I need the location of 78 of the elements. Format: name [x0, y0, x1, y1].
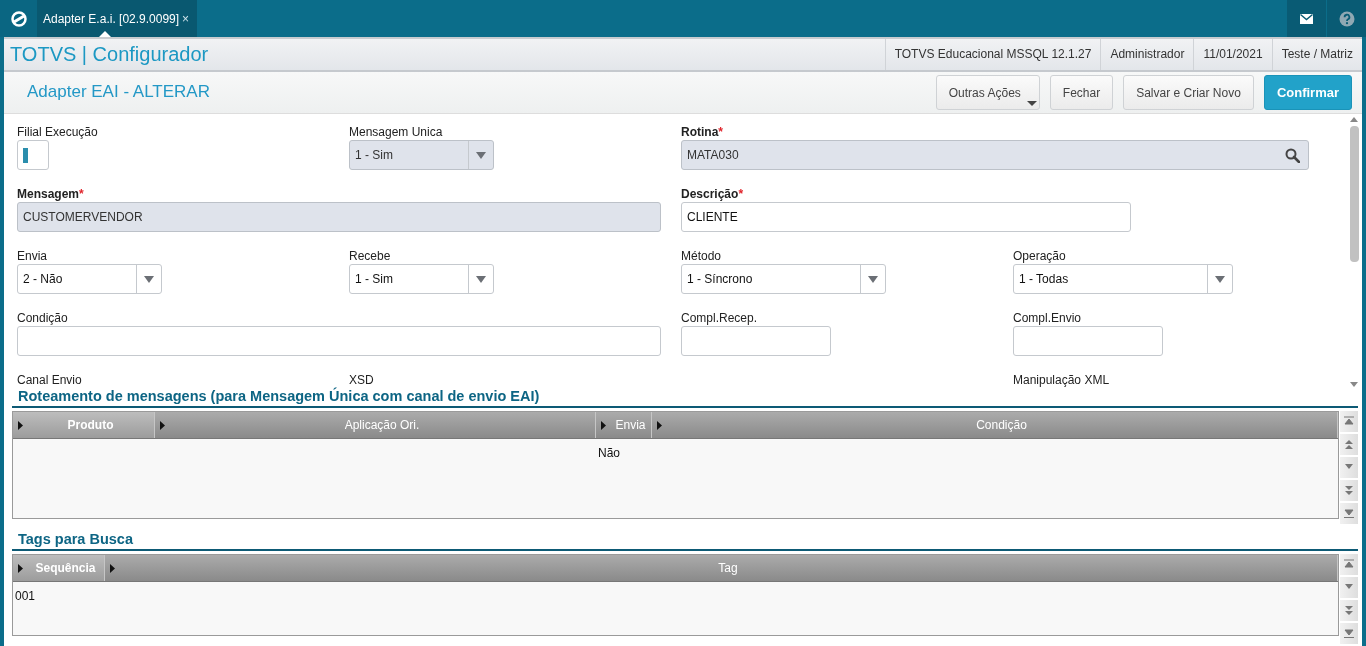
field-label: Canal Envio	[17, 373, 82, 389]
scroll-button[interactable]	[1340, 434, 1358, 456]
field-label: Manipulação XML	[1013, 373, 1110, 389]
scroll-button[interactable]	[1340, 623, 1358, 645]
down-arrow-icon	[1350, 382, 1358, 387]
scroll-button[interactable]	[1340, 503, 1358, 525]
caret-icon	[868, 275, 878, 283]
field-label: Mensagem Unica	[349, 124, 443, 140]
select-field[interactable]: 1 - Todas	[1013, 264, 1233, 294]
field-label: Filial Execução	[17, 124, 98, 140]
field-label: Descrição*	[681, 186, 744, 202]
triangle-icon	[657, 420, 662, 430]
action-button[interactable]: Salvar e Criar Novo	[1123, 75, 1254, 110]
triangle-icon	[18, 563, 23, 573]
header-info: TOTVS Educacional MSSQL 12.1.27	[884, 39, 1101, 70]
section-title: Tags para Busca	[17, 530, 133, 549]
field-label: Operação	[1013, 248, 1066, 264]
double-up-arrow-icon	[1343, 439, 1355, 450]
caret-icon	[476, 275, 486, 283]
field-label: Rotina*	[681, 124, 723, 140]
triangle-icon	[110, 563, 115, 573]
field-label: Compl.Envio	[1013, 310, 1082, 326]
field-label: Compl.Recep.	[681, 310, 758, 326]
field-label: Método	[681, 248, 722, 264]
field-label: Mensagem*	[17, 186, 84, 202]
caret-icon	[1215, 275, 1225, 283]
scroll-button[interactable]	[1340, 457, 1358, 479]
scroll-top-icon	[1343, 416, 1355, 427]
input-field[interactable]	[681, 326, 831, 356]
field-label: Recebe	[349, 248, 391, 264]
triangle-icon	[160, 420, 165, 430]
input-field[interactable]: CUSTOMERVENDOR	[17, 202, 661, 232]
triangle-icon	[18, 420, 23, 430]
header-info: Administrador	[1100, 39, 1194, 70]
field-label: XSD	[349, 373, 374, 387]
scroll-button[interactable]	[1340, 577, 1358, 599]
input-field[interactable]	[17, 326, 661, 356]
caret-icon	[144, 275, 154, 283]
actions-menu-button[interactable]: Outras Ações	[935, 75, 1040, 110]
section-title: Roteamento de mensagens (para Mensagem Única com canal de envio EAI)	[17, 387, 540, 406]
scroll-button[interactable]	[1340, 411, 1358, 433]
input-field[interactable]	[17, 140, 49, 170]
scroll-top-icon	[1343, 559, 1355, 570]
search-icon	[1285, 147, 1300, 163]
mail-icon	[1299, 12, 1314, 25]
scroll-bottom-icon	[1343, 508, 1355, 519]
tab-pointer-icon	[99, 31, 111, 37]
circle-logo-icon	[9, 9, 28, 28]
lookup-field[interactable]: MATA030	[681, 140, 1309, 170]
select-field[interactable]: 1 - Síncrono	[681, 264, 886, 294]
table-cell-text: Não	[597, 446, 621, 460]
input-field[interactable]: CLIENTE	[681, 202, 1131, 232]
app-title: TOTVS | Configurador	[9, 43, 210, 66]
caret-icon	[1026, 101, 1037, 106]
help-button[interactable]	[1326, 0, 1366, 37]
scroll-button[interactable]	[1340, 480, 1358, 502]
field-label: Envia	[17, 248, 48, 264]
header-info: Teste / Matriz	[1271, 39, 1362, 70]
scroll-button[interactable]	[1340, 554, 1358, 576]
input-field[interactable]	[1013, 326, 1163, 356]
app-tab[interactable]: Adapter E.a.i. [02.9.0099] ×	[37, 0, 198, 37]
caret-icon	[476, 151, 486, 159]
select-field[interactable]: 2 - Não	[17, 264, 162, 294]
select-field[interactable]: 1 - Sim	[349, 264, 494, 294]
field-label: Condição	[17, 310, 68, 326]
scroll-bottom-icon	[1343, 628, 1355, 639]
triangle-icon	[601, 420, 606, 430]
up-arrow-icon	[1350, 117, 1358, 122]
select-field[interactable]: 1 - Sim	[349, 140, 494, 170]
action-button[interactable]: Fechar	[1049, 75, 1114, 110]
table-cell-text: 001	[14, 589, 37, 603]
header-info: 11/01/2021	[1193, 39, 1272, 70]
form-title: Adapter EAI - ALTERAR	[26, 81, 211, 102]
mail-button[interactable]	[1286, 0, 1326, 37]
scroll-button[interactable]	[1340, 600, 1358, 622]
help-icon	[1338, 10, 1355, 27]
double-down-arrow-icon	[1343, 605, 1355, 616]
double-down-arrow-icon	[1343, 485, 1355, 496]
